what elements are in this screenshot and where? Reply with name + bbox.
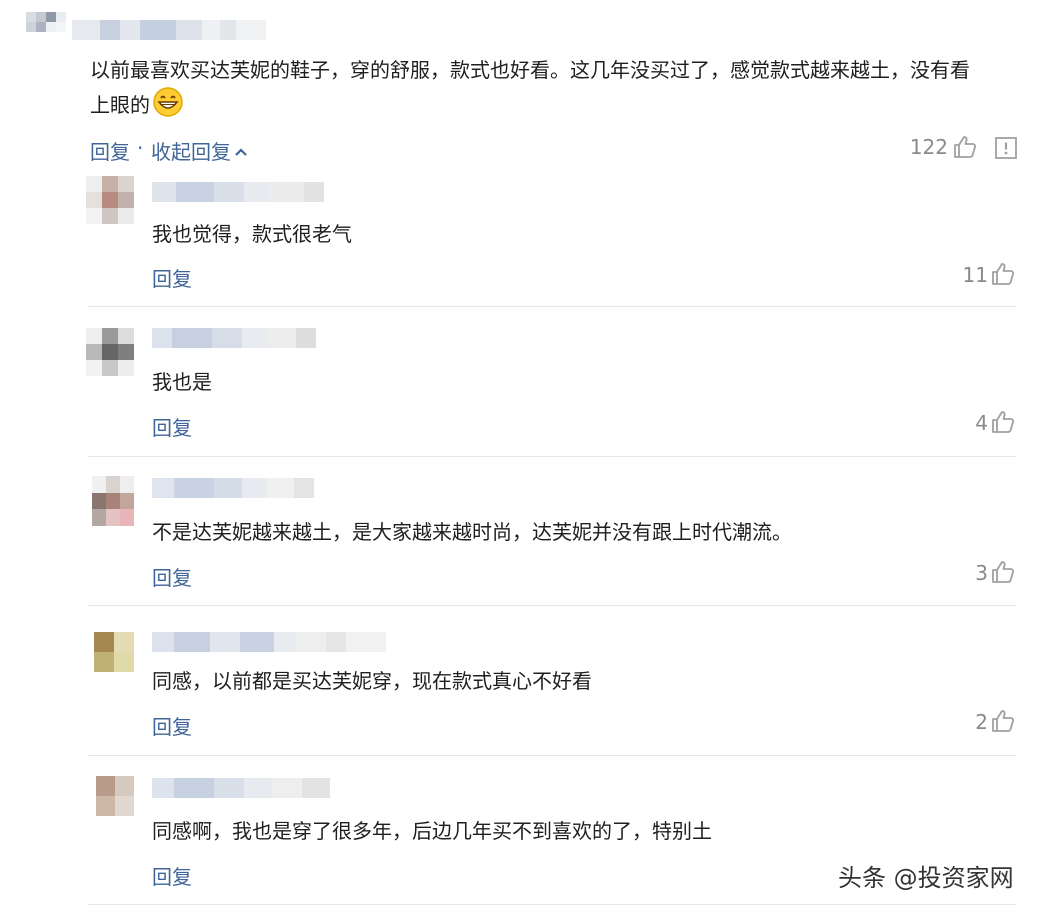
like-count: 2 — [975, 710, 988, 734]
report-icon[interactable] — [994, 136, 1018, 164]
avatar[interactable] — [86, 328, 134, 376]
avatar[interactable] — [26, 12, 66, 32]
reply-text: 不是达芙妮越来越土，是大家越来越时尚，达芙妮并没有跟上时代潮流。 — [152, 520, 792, 544]
thumbs-up-icon[interactable] — [990, 708, 1016, 738]
avatar[interactable] — [96, 776, 134, 816]
reply-button[interactable]: 回复 — [152, 861, 192, 890]
separator-dot: · — [137, 136, 144, 160]
reply-text: 同感，以前都是买达芙妮穿，现在款式真心不好看 — [152, 669, 592, 693]
username-blurred[interactable] — [152, 182, 324, 202]
chevron-up-icon — [234, 138, 248, 162]
thumbs-up-icon[interactable] — [990, 261, 1016, 291]
collapse-replies-label: 收起回复 — [151, 140, 231, 164]
username-blurred[interactable] — [152, 478, 314, 498]
divider — [88, 456, 1016, 457]
like-count: 3 — [975, 561, 988, 585]
comment-text: 以前最喜欢买达芙妮的鞋子，穿的舒服，款式也好看。这几年没买过了，感觉款式越来越土… — [90, 58, 970, 82]
reply-text: 我也是 — [152, 370, 212, 394]
thumbs-up-icon[interactable] — [990, 409, 1016, 439]
username-blurred[interactable] — [152, 778, 330, 798]
divider — [88, 904, 1016, 905]
username-blurred[interactable] — [152, 632, 386, 652]
source-watermark: 头条 @投资家网 — [838, 864, 1014, 892]
username-blurred[interactable] — [152, 328, 316, 348]
divider — [88, 755, 1016, 756]
avatar[interactable] — [92, 476, 134, 526]
reply-button[interactable]: 回复 — [152, 263, 192, 292]
avatar[interactable] — [86, 176, 134, 224]
divider — [88, 306, 1016, 307]
like-count: 11 — [962, 263, 988, 287]
avatar[interactable] — [94, 632, 134, 672]
reply-button[interactable]: 回复 — [90, 136, 130, 165]
reply-button[interactable]: 回复 — [152, 711, 192, 740]
like-count: 4 — [975, 411, 988, 435]
divider — [88, 605, 1016, 606]
thumbs-up-icon[interactable] — [990, 559, 1016, 589]
username-blurred[interactable] — [72, 20, 266, 40]
comment-text-tail: 上眼的 — [90, 93, 150, 117]
reply-text: 我也觉得，款式很老气 — [152, 222, 352, 246]
grinning-face-icon — [152, 86, 184, 127]
reply-button[interactable]: 回复 — [152, 412, 192, 441]
comment-text-line2: 上眼的 — [90, 86, 184, 127]
reply-button[interactable]: 回复 — [152, 562, 192, 591]
collapse-replies-button[interactable]: 收起回复 — [151, 136, 248, 165]
thumbs-up-icon[interactable] — [952, 134, 978, 164]
reply-text: 同感啊，我也是穿了很多年，后边几年买不到喜欢的了，特别土 — [152, 819, 712, 843]
like-count: 122 — [909, 135, 948, 159]
